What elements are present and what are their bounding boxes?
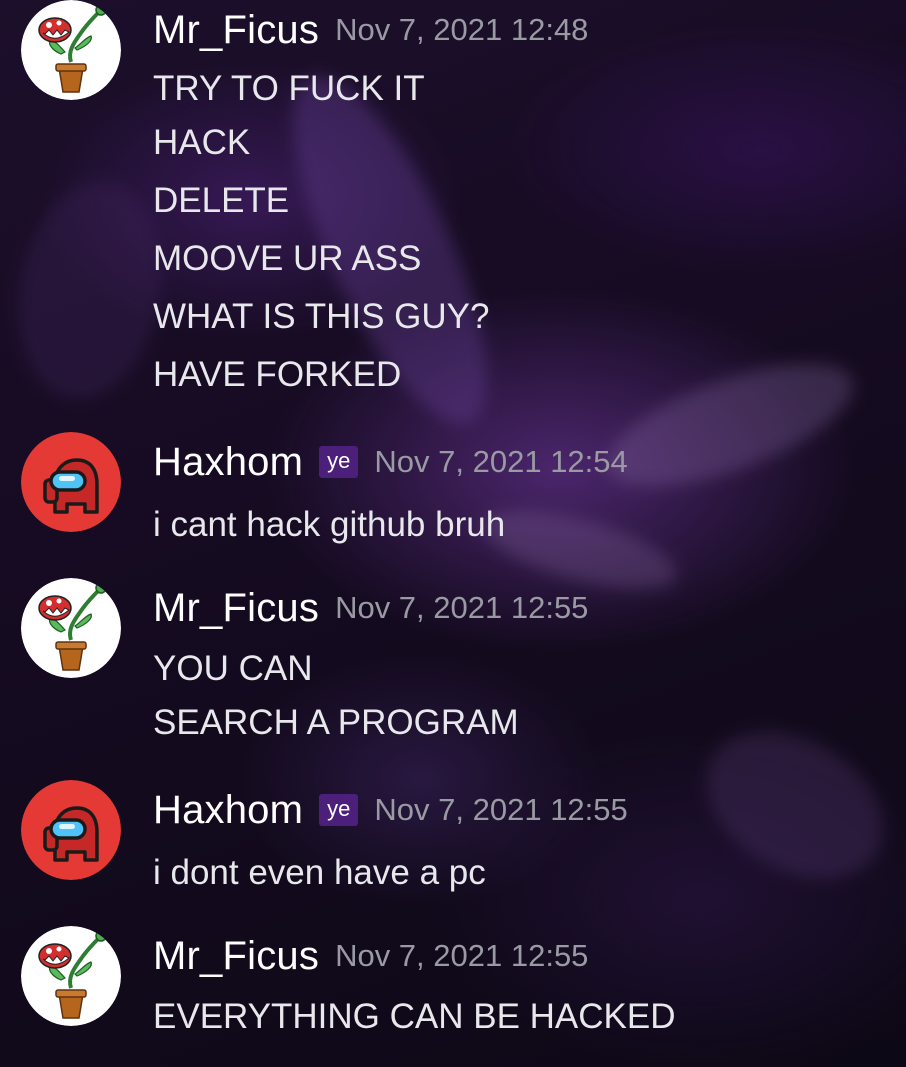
username[interactable]: Haxhom [153,440,303,485]
avatar[interactable] [21,0,121,100]
message-header: Haxhom ye Nov 7, 2021 12:55 [153,784,628,836]
avatar[interactable] [21,432,121,532]
avatar[interactable] [21,578,121,678]
message-text: WHAT IS THIS GUY? [153,297,490,336]
message-text: HAVE FORKED [153,355,402,394]
among-us-crewmate-avatar-icon [21,780,121,880]
piranha-plant-avatar-icon [21,0,121,100]
message-text: EVERYTHING CAN BE HACKED [153,997,676,1036]
message-text: DELETE [153,181,290,220]
username[interactable]: Mr_Ficus [153,8,319,53]
role-tag: ye [319,445,359,479]
timestamp: Nov 7, 2021 12:55 [335,590,589,625]
role-tag: ye [319,793,359,827]
message-header: Mr_Ficus Nov 7, 2021 12:55 [153,582,588,634]
avatar[interactable] [21,780,121,880]
message-text: SEARCH A PROGRAM [153,703,519,742]
among-us-crewmate-avatar-icon [21,432,121,532]
piranha-plant-avatar-icon [21,926,121,1026]
message-text: i dont even have a pc [153,853,486,892]
username[interactable]: Mr_Ficus [153,934,319,979]
message-header: Haxhom ye Nov 7, 2021 12:54 [153,436,628,488]
timestamp: Nov 7, 2021 12:54 [374,444,628,479]
timestamp: Nov 7, 2021 12:48 [335,12,589,47]
message-header: Mr_Ficus Nov 7, 2021 12:55 [153,930,588,982]
message-text: YOU CAN [153,649,313,688]
message-header: Mr_Ficus Nov 7, 2021 12:48 [153,4,588,56]
message-list: Mr_Ficus Nov 7, 2021 12:48 TRY TO FUCK I… [0,0,906,1067]
message-text: HACK [153,123,251,162]
piranha-plant-avatar-icon [21,578,121,678]
timestamp: Nov 7, 2021 12:55 [374,792,628,827]
username[interactable]: Haxhom [153,788,303,833]
avatar[interactable] [21,926,121,1026]
username[interactable]: Mr_Ficus [153,586,319,631]
message-text: i cant hack github bruh [153,505,506,544]
message-text: TRY TO FUCK IT [153,69,425,108]
timestamp: Nov 7, 2021 12:55 [335,938,589,973]
message-text: MOOVE UR ASS [153,239,422,278]
